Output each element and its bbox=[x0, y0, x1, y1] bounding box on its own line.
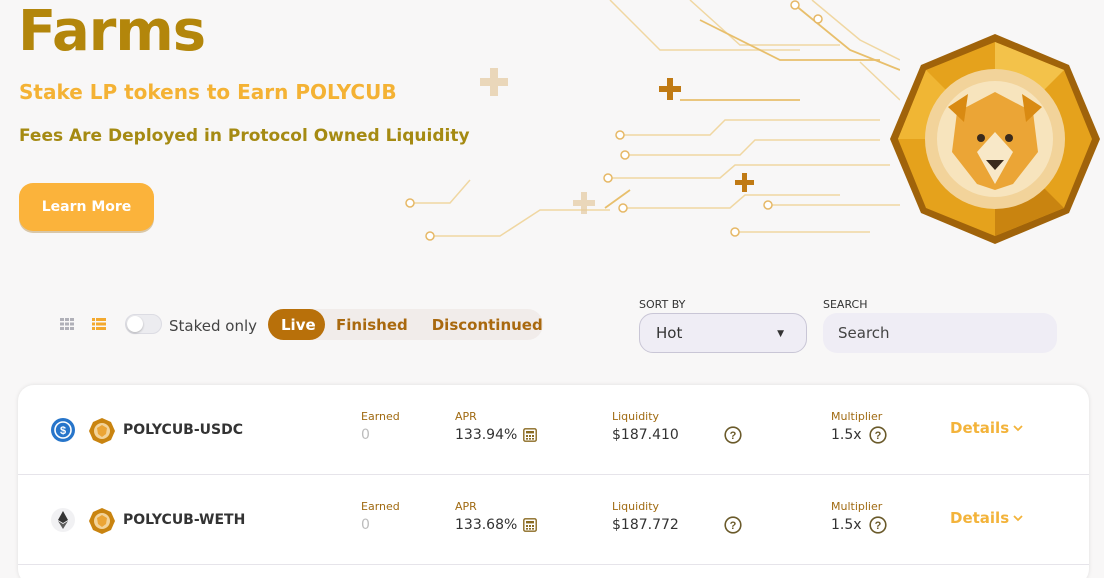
multiplier-label: Multiplier bbox=[831, 410, 883, 423]
polycub-icon bbox=[89, 508, 115, 534]
svg-text:?: ? bbox=[730, 430, 737, 442]
apr-label: APR bbox=[455, 500, 477, 513]
search-input[interactable] bbox=[823, 313, 1057, 353]
svg-text:?: ? bbox=[730, 520, 737, 532]
apr-value: 133.68% bbox=[455, 517, 518, 533]
chevron-down-icon bbox=[1013, 514, 1023, 521]
farm-pair-name: POLYCUB-WETH bbox=[123, 512, 246, 528]
caret-down-icon: ▼ bbox=[777, 329, 784, 339]
list-view-icon[interactable] bbox=[92, 318, 106, 330]
tab-discontinued[interactable]: Discontinued bbox=[432, 309, 543, 340]
farm-status-tabs: Live Finished Discontinued bbox=[268, 309, 543, 340]
hero-subtitle: Stake LP tokens to Earn POLYCUB bbox=[19, 80, 397, 104]
sort-by-value: Hot bbox=[656, 324, 683, 342]
staked-only-label: Staked only bbox=[169, 317, 257, 335]
table-row[interactable]: POLYCUB-WETH Earned 0 APR 133.68% Liquid… bbox=[18, 475, 1089, 565]
farms-table: $ POLYCUB-USDC Earned 0 APR 133.94% Liqu… bbox=[18, 385, 1089, 578]
grid-view-icon[interactable] bbox=[60, 318, 74, 330]
sort-by-label: SORT BY bbox=[639, 298, 686, 311]
liquidity-value: $187.772 bbox=[612, 517, 679, 533]
polycub-lion-icon bbox=[890, 34, 1100, 244]
details-label: Details bbox=[950, 509, 1010, 527]
tab-live[interactable]: Live bbox=[268, 309, 325, 340]
eth-icon bbox=[51, 508, 75, 532]
apr-value: 133.94% bbox=[455, 427, 518, 443]
sort-by-select[interactable]: Hot ▼ bbox=[639, 313, 807, 353]
details-button[interactable]: Details bbox=[950, 419, 1023, 437]
table-row[interactable]: $ POLYCUB-USDC Earned 0 APR 133.94% Liqu… bbox=[18, 385, 1089, 475]
details-label: Details bbox=[950, 419, 1010, 437]
earned-value: 0 bbox=[361, 517, 370, 533]
earned-label: Earned bbox=[361, 500, 400, 513]
earned-label: Earned bbox=[361, 410, 400, 423]
usdc-icon: $ bbox=[51, 418, 75, 442]
earned-value: 0 bbox=[361, 427, 370, 443]
page-title: Farms bbox=[18, 0, 206, 64]
help-icon[interactable]: ? bbox=[724, 516, 742, 534]
liquidity-label: Liquidity bbox=[612, 410, 660, 423]
calculator-icon[interactable] bbox=[523, 428, 537, 442]
calculator-icon[interactable] bbox=[523, 518, 537, 532]
multiplier-label: Multiplier bbox=[831, 500, 883, 513]
multiplier-value: 1.5x bbox=[831, 517, 862, 533]
multiplier-value: 1.5x bbox=[831, 427, 862, 443]
toggle-knob bbox=[127, 316, 143, 332]
chevron-down-icon bbox=[1013, 424, 1023, 431]
help-icon[interactable]: ? bbox=[724, 426, 742, 444]
polycub-icon bbox=[89, 418, 115, 444]
svg-text:?: ? bbox=[875, 520, 882, 532]
svg-text:?: ? bbox=[875, 430, 882, 442]
liquidity-value: $187.410 bbox=[612, 427, 679, 443]
tab-finished[interactable]: Finished bbox=[336, 309, 408, 340]
liquidity-label: Liquidity bbox=[612, 500, 660, 513]
farm-pair-name: POLYCUB-USDC bbox=[123, 422, 244, 438]
circuit-decoration bbox=[405, 0, 900, 241]
help-icon[interactable]: ? bbox=[869, 516, 887, 534]
help-icon[interactable]: ? bbox=[869, 426, 887, 444]
details-button[interactable]: Details bbox=[950, 509, 1023, 527]
staked-only-toggle[interactable] bbox=[125, 314, 162, 334]
apr-label: APR bbox=[455, 410, 477, 423]
learn-more-button[interactable]: Learn More bbox=[19, 183, 154, 231]
search-label: SEARCH bbox=[823, 298, 868, 311]
svg-text:$: $ bbox=[60, 425, 66, 437]
